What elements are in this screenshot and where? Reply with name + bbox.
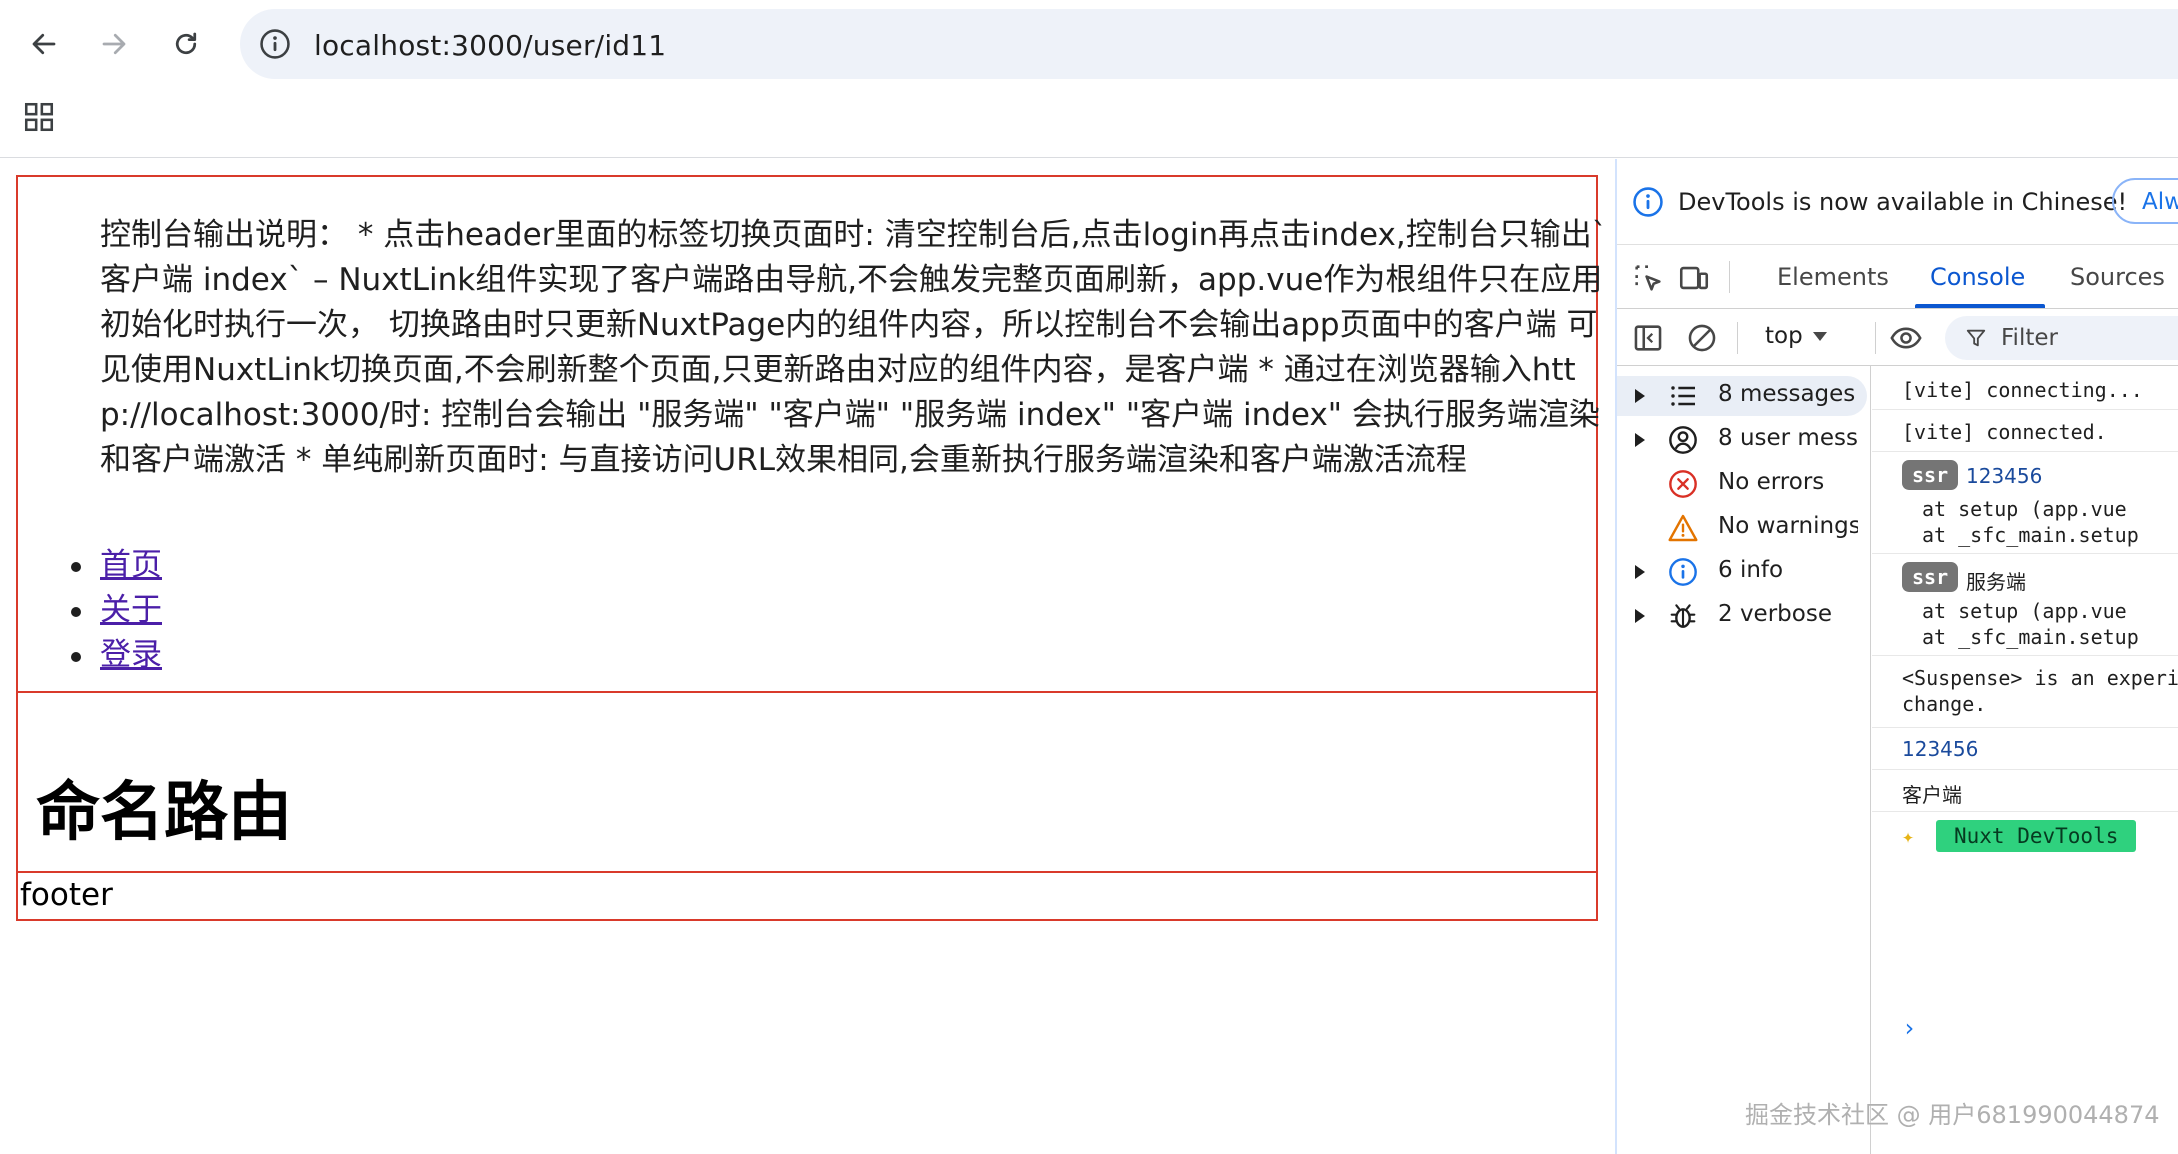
sidebar-item-label: 2 verbose: [1718, 601, 1832, 627]
log-entry: [vite] connected.: [1872, 410, 2178, 452]
device-toolbar-icon[interactable]: [1677, 261, 1711, 295]
log-entry: ssr 服务端 at setup (app.vue at _sfc_main.s…: [1872, 554, 2178, 656]
ssr-badge: ssr: [1902, 460, 1959, 490]
console-description: 控制台输出说明： * 点击header里面的标签切换页面时: 清空控制台后,点击…: [100, 217, 1608, 478]
notice-text: DevTools is now available in Chinese!: [1678, 188, 2128, 216]
stack-line[interactable]: at _sfc_main.setup: [1922, 624, 2139, 650]
log-entry: <Suspense> is an experimental feature an…: [1872, 656, 2178, 728]
filter-input[interactable]: Filter: [1945, 316, 2178, 360]
tab-console[interactable]: Console: [1930, 263, 2025, 291]
expand-triangle-icon: [1635, 433, 1645, 447]
log-entry: ssr 123456 at setup (app.vue at _sfc_mai…: [1872, 452, 2178, 554]
reload-button[interactable]: [164, 22, 208, 66]
log-text: change.: [1902, 692, 1987, 716]
footer-section: footer: [16, 871, 1598, 921]
header-section: 控制台输出说明： * 点击header里面的标签切换页面时: 清空控制台后,点击…: [16, 175, 1607, 693]
nuxt-devtools-badge: Nuxt DevTools: [1936, 820, 2137, 852]
log-value: 123456: [1966, 464, 2043, 488]
nav-link-about[interactable]: 关于: [100, 592, 162, 628]
sidebar-item-label: No warnings: [1718, 513, 1858, 539]
log-value: 123456: [1902, 737, 1979, 761]
console-prompt-chevron-icon[interactable]: ›: [1902, 1014, 1916, 1042]
sidebar-item-label: 6 info: [1718, 557, 1784, 583]
arrow-left-icon: [32, 33, 56, 55]
console-toolbar: top Filter: [1617, 310, 2178, 366]
sidebar-item-errors[interactable]: No errors: [1617, 464, 1867, 504]
warning-icon: [1668, 514, 1698, 542]
clear-console-icon[interactable]: [1685, 321, 1719, 355]
log-text: 客户端: [1902, 783, 1962, 807]
expand-triangle-icon: [1635, 389, 1645, 403]
log-entry: [vite] connecting...: [1872, 366, 2178, 410]
tab-elements[interactable]: Elements: [1777, 263, 1889, 291]
stack-line[interactable]: at _sfc_main.setup: [1922, 522, 2139, 548]
info-icon: [1669, 558, 1697, 586]
console-sidebar: 8 messages 8 user messages No errors No …: [1617, 366, 1871, 1154]
apps-grid-icon[interactable]: [22, 100, 56, 134]
context-value: top: [1765, 323, 1803, 349]
filter-placeholder: Filter: [2001, 325, 2058, 351]
expand-triangle-icon: [1635, 609, 1645, 623]
list-icon: [1671, 386, 1695, 406]
devtools-tabbar: Elements Console Sources: [1617, 245, 2178, 309]
nav-link-home[interactable]: 首页: [100, 547, 162, 583]
page-title: 命名路由: [36, 776, 292, 850]
browser-toolbar: localhost:3000/user/id11: [0, 0, 2178, 158]
forward-button[interactable]: [92, 22, 136, 66]
log-entry: 123456: [1872, 728, 2178, 770]
sparkle-icon: ✦: [1902, 824, 1915, 848]
sidebar-item-warnings[interactable]: No warnings: [1617, 508, 1867, 548]
site-info-icon[interactable]: [258, 27, 292, 61]
active-tab-indicator: [1915, 304, 2045, 308]
sidebar-item-info[interactable]: 6 info: [1617, 552, 1867, 592]
log-text: <Suspense> is an experimental feature an…: [1902, 666, 2178, 690]
log-value: 服务端: [1966, 570, 2026, 594]
context-selector[interactable]: top: [1765, 323, 1827, 349]
eye-icon[interactable]: [1889, 321, 1923, 355]
log-entry: ✦ Nuxt DevTools: [1872, 812, 2178, 862]
main-section: 命名路由: [16, 691, 1598, 873]
bug-icon: [1670, 604, 1696, 628]
nav-link-login[interactable]: 登录: [100, 637, 162, 673]
ssr-badge: ssr: [1902, 562, 1959, 592]
sidebar-item-messages[interactable]: 8 messages: [1617, 376, 1867, 416]
sidebar-item-label: No errors: [1718, 469, 1825, 495]
back-button[interactable]: [22, 22, 66, 66]
nav-item-home: 首页: [71, 543, 162, 588]
expand-triangle-icon: [1635, 565, 1645, 579]
log-text: [vite] connecting...: [1902, 378, 2143, 402]
sidebar-item-label: 8 messages: [1718, 381, 1856, 407]
filter-icon: [1966, 329, 1986, 347]
sidebar-item-verbose[interactable]: 2 verbose: [1617, 596, 1867, 636]
address-bar[interactable]: localhost:3000/user/id11: [240, 9, 2178, 79]
nav-item-login: 登录: [71, 633, 162, 678]
stack-line[interactable]: at setup (app.vue: [1922, 598, 2127, 624]
reload-icon: [175, 32, 197, 55]
url-text: localhost:3000/user/id11: [314, 29, 667, 62]
always-match-button[interactable]: Always: [2112, 178, 2178, 224]
tab-sources[interactable]: Sources: [2070, 263, 2165, 291]
inspect-element-icon[interactable]: [1631, 261, 1665, 295]
arrow-right-icon: [102, 33, 126, 55]
footer-text: footer: [20, 877, 113, 913]
sidebar-toggle-icon[interactable]: [1631, 321, 1665, 355]
log-text: [vite] connected.: [1902, 420, 2107, 444]
sidebar-item-user-messages[interactable]: 8 user messages: [1617, 420, 1867, 460]
log-entry: 客户端: [1872, 770, 2178, 812]
sidebar-item-label: 8 user messages: [1718, 425, 1858, 451]
devtools-panel: DevTools is now available in Chinese! Al…: [1615, 159, 2178, 1154]
stack-line[interactable]: at setup (app.vue: [1922, 496, 2127, 522]
info-icon: [1633, 187, 1663, 217]
error-icon: [1669, 470, 1697, 498]
nav-list: 首页 关于 登录: [71, 543, 162, 678]
page-viewport: 控制台输出说明： * 点击header里面的标签切换页面时: 清空控制台后,点击…: [0, 159, 1615, 1154]
language-notice-bar: DevTools is now available in Chinese! Al…: [1617, 159, 2178, 245]
caret-down-icon: [1812, 332, 1827, 341]
console-messages: [vite] connecting... [vite] connected. s…: [1872, 366, 2178, 1154]
nav-item-about: 关于: [71, 588, 162, 633]
watermark: 掘金技术社区 @ 用户681990044874: [1745, 1101, 2160, 1129]
user-icon: [1669, 426, 1697, 454]
